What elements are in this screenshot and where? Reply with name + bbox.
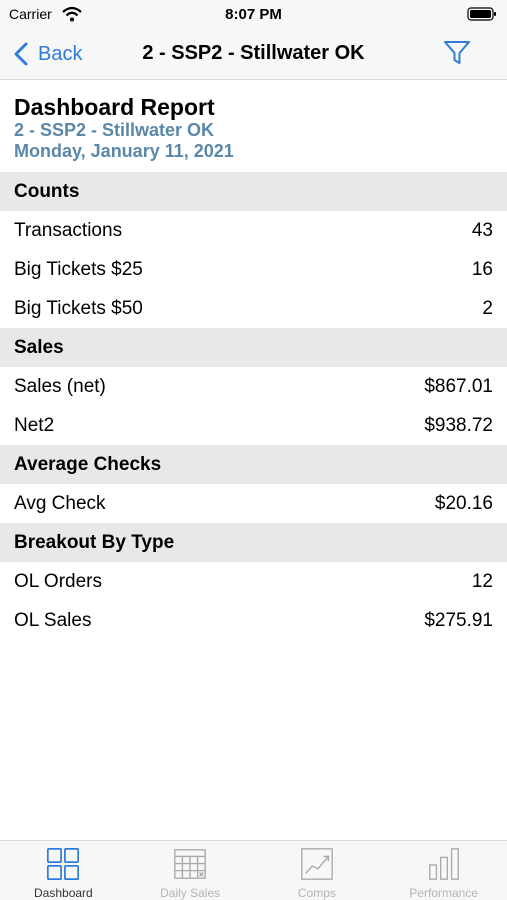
tab-dashboard[interactable]: Dashboard	[0, 841, 127, 900]
row-label: Big Tickets $50	[14, 297, 143, 319]
tab-label: Dashboard	[34, 886, 93, 900]
section-header-counts: Counts	[0, 172, 507, 211]
row-label: Sales (net)	[14, 375, 106, 397]
table-row: Net2 $938.72	[0, 406, 507, 445]
row-value: $275.91	[424, 609, 493, 631]
table-row: Big Tickets $25 16	[0, 250, 507, 289]
table-row: Transactions 43	[0, 211, 507, 250]
table-row: Sales (net) $867.01	[0, 367, 507, 406]
report-table: Counts Transactions 43 Big Tickets $25 1…	[0, 172, 507, 640]
report-location: 2 - SSP2 - Stillwater OK	[14, 120, 215, 140]
row-label: Net2	[14, 414, 55, 436]
row-value: $867.01	[424, 375, 493, 397]
row-label: OL Sales	[14, 609, 92, 631]
table-row: Big Tickets $50 2	[0, 289, 507, 328]
row-value: 12	[471, 570, 493, 592]
tab-label: Performance	[409, 886, 478, 900]
bar-chart-icon	[428, 848, 459, 880]
status-time: 8:07 PM	[225, 6, 282, 23]
row-value: 43	[471, 219, 493, 241]
section-header-breakout-by-type: Breakout By Type	[0, 523, 507, 562]
navigation-bar: Back 2 - SSP2 - Stillwater OK	[0, 30, 507, 80]
row-label: Avg Check	[14, 492, 106, 514]
table-row: Avg Check $20.16	[0, 484, 507, 523]
row-label: OL Orders	[14, 570, 102, 592]
filter-icon[interactable]	[443, 40, 471, 66]
row-label: Big Tickets $25	[14, 258, 143, 280]
report-header: Dashboard Report 2 - SSP2 - Stillwater O…	[0, 80, 507, 172]
table-row: OL Sales $275.91	[0, 601, 507, 640]
tab-performance[interactable]: Performance	[380, 841, 507, 900]
report-title: Dashboard Report	[14, 94, 215, 120]
nav-title: 2 - SSP2 - Stillwater OK	[142, 42, 365, 64]
row-value: 16	[471, 258, 493, 280]
section-header-sales: Sales	[0, 328, 507, 367]
row-value: 2	[482, 297, 493, 319]
table-row: OL Orders 12	[0, 562, 507, 601]
trend-chart-icon	[301, 848, 333, 880]
row-label: Transactions	[14, 219, 123, 241]
status-bar: Carrier 8:07 PM	[0, 0, 507, 30]
tab-label: Comps	[297, 886, 336, 900]
tab-label: Daily Sales	[160, 886, 221, 900]
grid-icon	[47, 847, 80, 881]
tab-comps[interactable]: Comps	[254, 841, 381, 900]
calendar-icon	[174, 849, 206, 879]
battery-icon	[467, 7, 496, 21]
row-value: $20.16	[434, 492, 493, 514]
row-value: $938.72	[424, 414, 493, 436]
tab-bar: Dashboard Daily Sales Comps Performance	[0, 840, 507, 900]
tab-daily-sales[interactable]: Daily Sales	[127, 841, 254, 900]
report-date: Monday, January 11, 2021	[14, 141, 234, 161]
section-header-average-checks: Average Checks	[0, 445, 507, 484]
